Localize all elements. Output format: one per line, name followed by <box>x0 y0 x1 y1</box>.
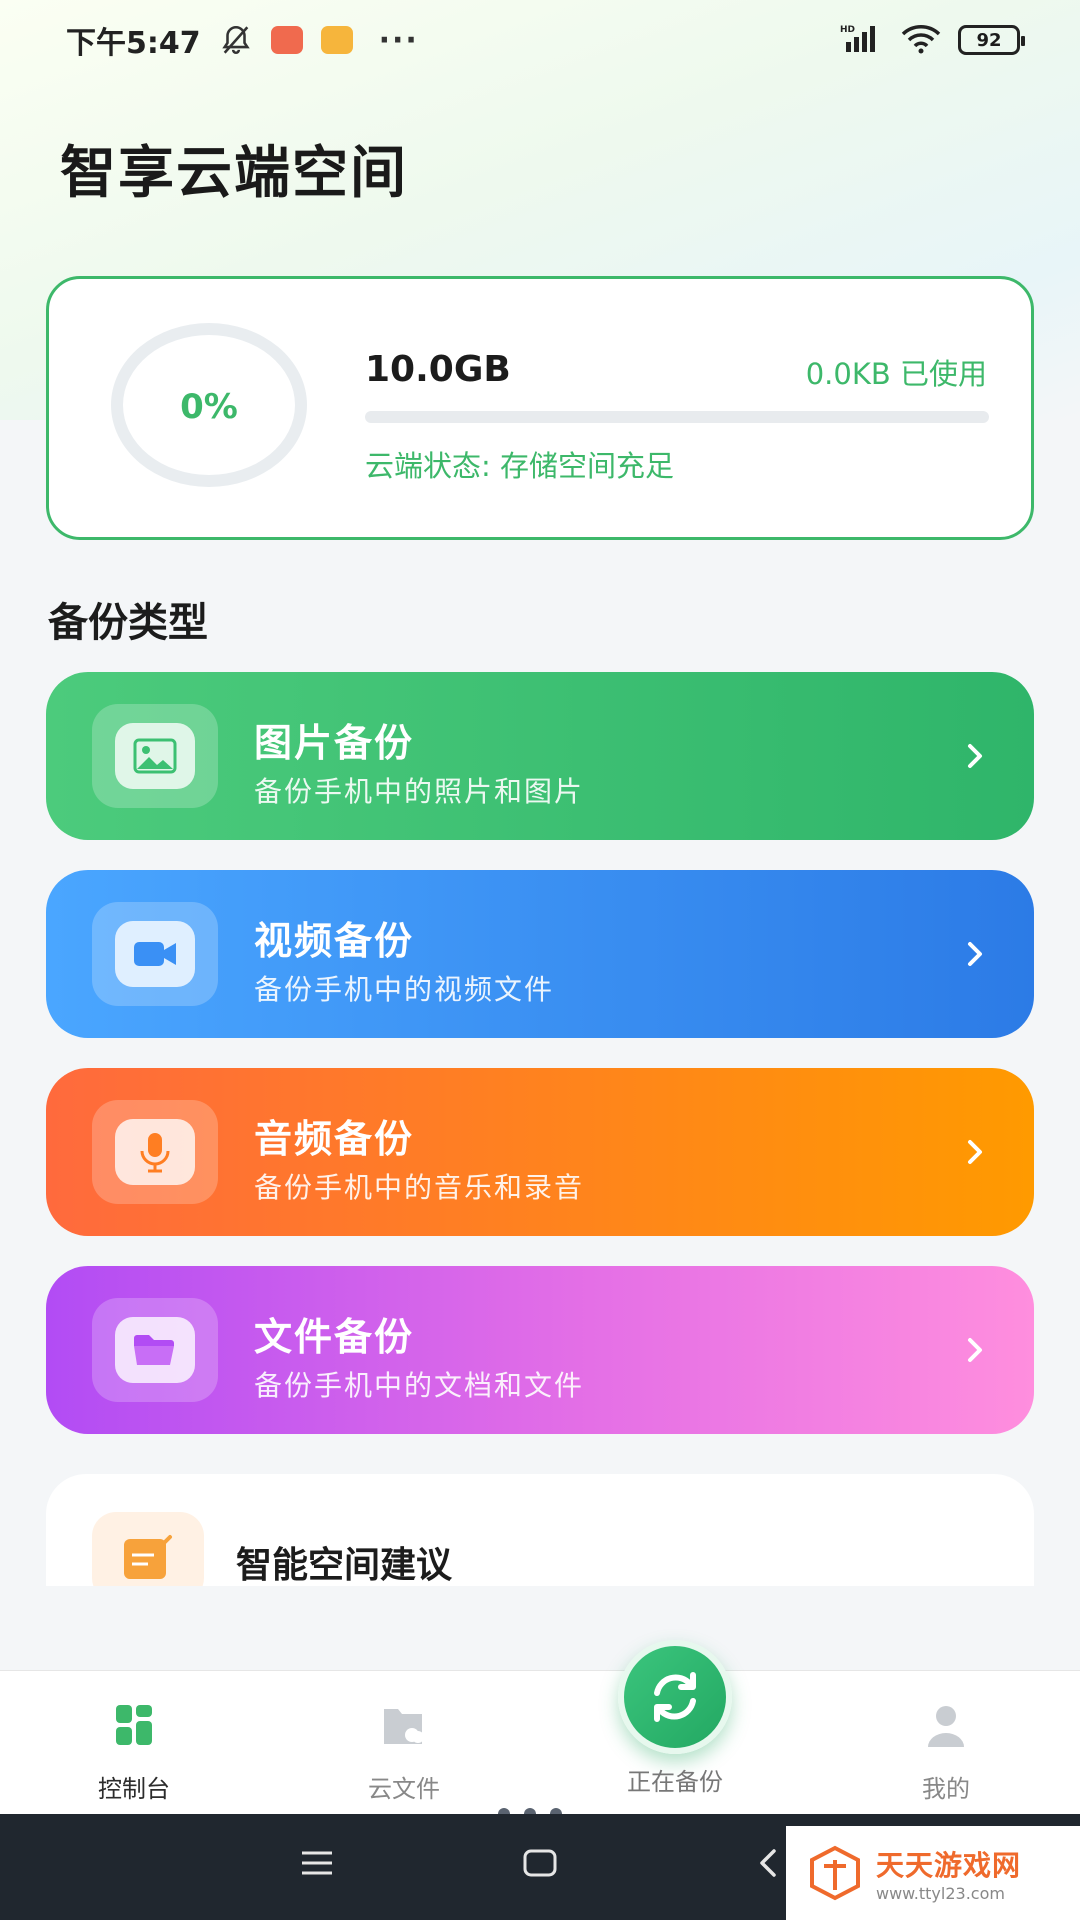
folder-icon <box>92 1298 218 1402</box>
card-title: 文件备份 <box>254 1315 415 1359</box>
chevron-right-icon <box>968 942 982 966</box>
storage-progress-bar <box>365 411 989 423</box>
microphone-icon <box>92 1100 218 1204</box>
video-backup-card[interactable]: 视频备份 备份手机中的视频文件 <box>46 870 1034 1038</box>
card-subtitle: 备份手机中的文档和文件 <box>254 1369 585 1402</box>
card-title: 音频备份 <box>254 1117 415 1161</box>
nav-label: 云文件 <box>368 1775 440 1803</box>
page-title: 智享云端空间 <box>60 141 408 206</box>
battery-icon: 92 <box>958 25 1025 55</box>
usage-ring: 0% <box>111 323 307 487</box>
chevron-right-icon <box>968 744 982 768</box>
card-subtitle: 备份手机中的音乐和录音 <box>254 1171 585 1204</box>
status-bar: 下午5:47 ··· HD 92 <box>0 0 1080 80</box>
nav-cloud-files[interactable]: 云文件 <box>304 1701 504 1804</box>
storage-card[interactable]: 0% 10.0GB 0.0KB 已使用 云端状态: 存储空间充足 <box>46 276 1034 540</box>
storage-total: 10.0GB <box>365 349 511 390</box>
bell-off-icon <box>219 23 253 57</box>
user-icon <box>928 1706 964 1747</box>
note-edit-icon <box>92 1512 204 1586</box>
cloud-folder-icon <box>384 1709 424 1744</box>
menu-icon[interactable] <box>300 1848 334 1878</box>
watermark-url: www.ttyl23.com <box>876 1883 1005 1903</box>
wifi-icon <box>900 22 942 58</box>
nav-label: 控制台 <box>98 1775 170 1803</box>
backup-sync-button[interactable] <box>618 1640 732 1754</box>
cloud-status: 云端状态: 存储空间充足 <box>365 449 674 483</box>
image-icon <box>92 704 218 808</box>
chevron-right-icon <box>968 1140 982 1164</box>
watermark-logo-icon <box>810 1845 860 1901</box>
nav-label: 我的 <box>922 1775 970 1803</box>
nav-console[interactable]: 控制台 <box>34 1701 234 1804</box>
watermark: 天天游戏网 www.ttyl23.com <box>786 1826 1080 1920</box>
status-time: 下午5:47 <box>66 26 201 61</box>
watermark-title: 天天游戏网 <box>876 1848 1022 1882</box>
app-badge-red-icon <box>270 26 303 54</box>
chevron-right-icon <box>968 1338 982 1362</box>
usage-percent: 0% <box>180 387 238 427</box>
card-title: 图片备份 <box>254 721 415 765</box>
card-subtitle: 备份手机中的照片和图片 <box>254 775 585 808</box>
more-dots-icon: ··· <box>378 22 419 58</box>
audio-backup-card[interactable]: 音频备份 备份手机中的音乐和录音 <box>46 1068 1034 1236</box>
photo-backup-card[interactable]: 图片备份 备份手机中的照片和图片 <box>46 672 1034 840</box>
bottom-nav: 控制台 云文件 我的 <box>0 1670 1080 1814</box>
file-backup-card[interactable]: 文件备份 备份手机中的文档和文件 <box>46 1266 1034 1434</box>
svg-text:HD: HD <box>840 25 855 35</box>
storage-used: 0.0KB 已使用 <box>805 357 987 391</box>
dashboard-icon <box>116 1705 152 1745</box>
back-icon[interactable] <box>756 1848 780 1878</box>
app-badge-yellow-icon <box>320 26 353 54</box>
smart-suggestion-card[interactable]: 智能空间建议 <box>46 1474 1034 1586</box>
section-title: 备份类型 <box>48 600 208 646</box>
card-subtitle: 备份手机中的视频文件 <box>254 973 555 1006</box>
hd-signal-icon: HD <box>840 22 884 58</box>
card-title: 视频备份 <box>254 919 415 963</box>
sync-icon <box>654 1672 696 1722</box>
nav-mine[interactable]: 我的 <box>846 1701 1046 1804</box>
video-camera-icon <box>92 902 218 1006</box>
suggestion-title: 智能空间建议 <box>236 1545 453 1586</box>
home-icon[interactable] <box>522 1848 558 1878</box>
nav-label-backing-up: 正在备份 <box>627 1768 723 1796</box>
